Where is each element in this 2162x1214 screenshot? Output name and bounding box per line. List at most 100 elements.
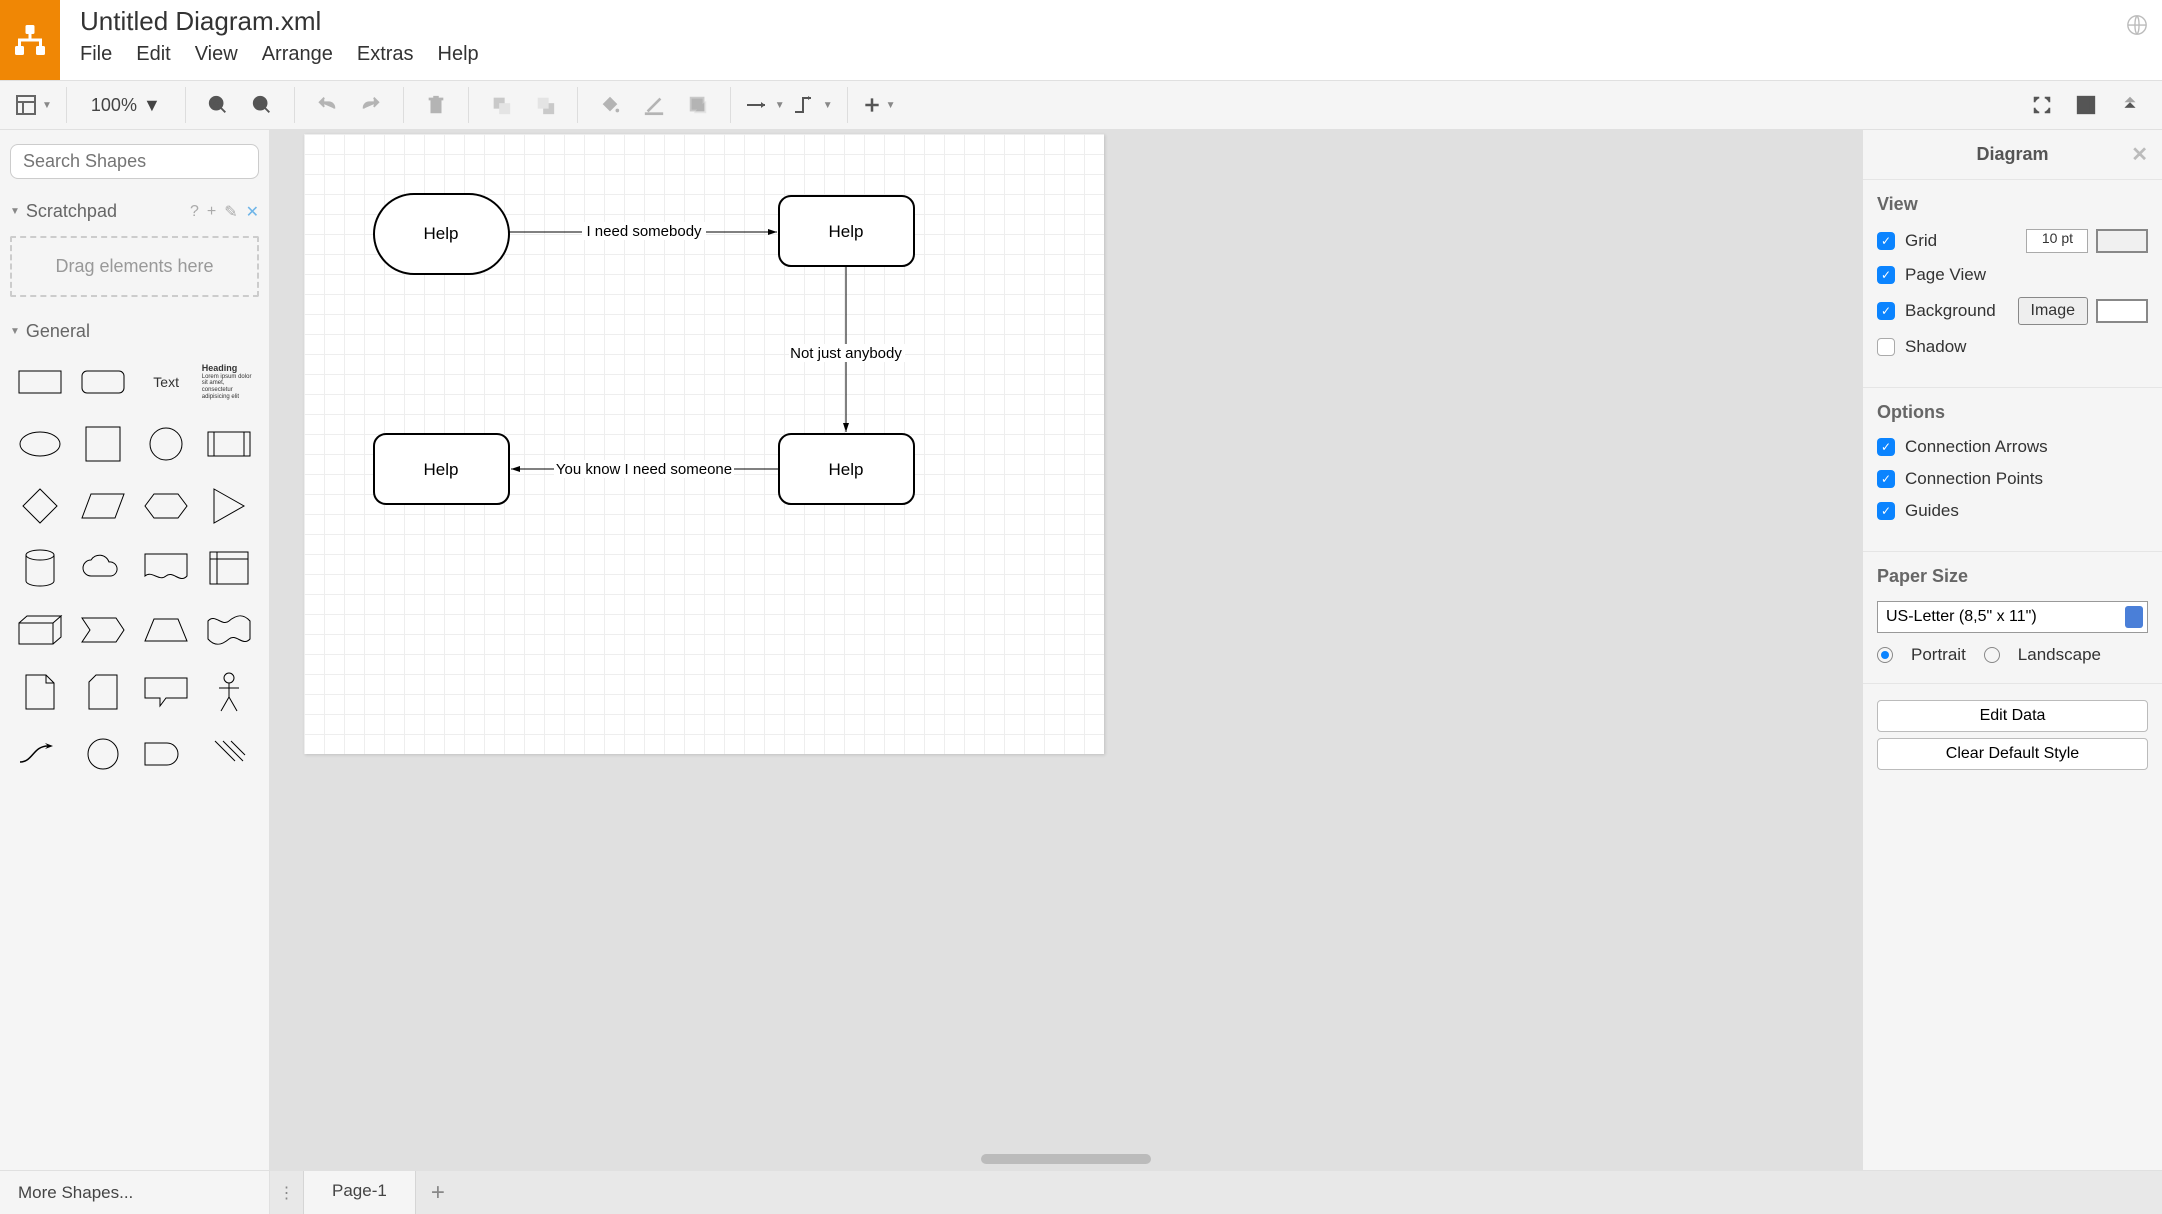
scratchpad-add-icon[interactable]: +: [207, 203, 216, 221]
diagram-node[interactable]: Help: [424, 224, 459, 243]
shape-document[interactable]: [135, 546, 198, 590]
grid-size-input[interactable]: 10 pt: [2026, 229, 2088, 253]
to-front-icon[interactable]: [483, 87, 519, 123]
menu-help[interactable]: Help: [438, 43, 479, 66]
shape-data-storage[interactable]: [198, 732, 261, 776]
delete-icon[interactable]: [418, 87, 454, 123]
scratchpad-help-icon[interactable]: ?: [190, 203, 199, 221]
shape-circle[interactable]: [135, 422, 198, 466]
menu-view[interactable]: View: [195, 43, 238, 66]
diagram-node[interactable]: Help: [829, 460, 864, 479]
shape-process[interactable]: [198, 422, 261, 466]
shape-diamond[interactable]: [8, 484, 71, 528]
shape-callout[interactable]: [135, 670, 198, 714]
shape-step[interactable]: [71, 608, 134, 652]
orientation-landscape-radio[interactable]: [1984, 647, 2000, 663]
page-tab[interactable]: Page-1: [304, 1171, 416, 1214]
guides-checkbox[interactable]: ✓: [1877, 502, 1895, 520]
diagram-page[interactable]: Help Help Help Help I need somebody Not …: [304, 134, 1104, 754]
insert-button[interactable]: ▼: [862, 95, 896, 115]
shape-card[interactable]: [71, 670, 134, 714]
shape-cloud[interactable]: [71, 546, 134, 590]
scratchpad-close-icon[interactable]: ✕: [246, 202, 259, 222]
scratchpad-edit-icon[interactable]: ✎: [224, 202, 237, 222]
add-page-icon[interactable]: +: [416, 1171, 460, 1214]
language-icon[interactable]: [2126, 14, 2148, 41]
page-view-label: Page View: [1905, 265, 1986, 285]
shape-note[interactable]: [8, 670, 71, 714]
more-shapes-button[interactable]: More Shapes...: [0, 1171, 270, 1214]
format-panel-icon[interactable]: [2068, 87, 2104, 123]
connection-style-button[interactable]: ▼: [745, 98, 785, 112]
shape-curve[interactable]: [8, 732, 71, 776]
menu-extras[interactable]: Extras: [357, 43, 414, 66]
diagram-node[interactable]: Help: [424, 460, 459, 479]
background-image-button[interactable]: Image: [2018, 297, 2088, 325]
shape-actor[interactable]: [198, 670, 261, 714]
connection-arrows-checkbox[interactable]: ✓: [1877, 438, 1895, 456]
diagram-node[interactable]: Help: [829, 222, 864, 241]
shape-textbox[interactable]: HeadingLorem ipsum dolor sit amet, conse…: [198, 360, 261, 404]
shape-trapezoid[interactable]: [135, 608, 198, 652]
redo-icon[interactable]: [353, 87, 389, 123]
shape-triangle[interactable]: [198, 484, 261, 528]
edge-label[interactable]: I need somebody: [586, 223, 702, 240]
shape-cylinder[interactable]: [8, 546, 71, 590]
shape-rounded-rectangle[interactable]: [71, 360, 134, 404]
orientation-portrait-radio[interactable]: [1877, 647, 1893, 663]
shape-text[interactable]: Text: [135, 360, 198, 404]
scratchpad-dropzone[interactable]: Drag elements here: [10, 236, 259, 297]
connection-points-label: Connection Points: [1905, 469, 2043, 489]
grid-checkbox[interactable]: ✓: [1877, 232, 1895, 250]
page-view-checkbox[interactable]: ✓: [1877, 266, 1895, 284]
zoom-level[interactable]: 100% ▼: [81, 95, 171, 116]
app-logo[interactable]: [0, 0, 60, 80]
menubar: File Edit View Arrange Extras Help: [80, 43, 2162, 66]
search-shapes-input[interactable]: [10, 144, 259, 179]
grid-color-swatch[interactable]: [2096, 229, 2148, 253]
shadow-icon[interactable]: [680, 87, 716, 123]
menu-file[interactable]: File: [80, 43, 112, 66]
edge-label[interactable]: You know I need someone: [556, 461, 732, 478]
view-mode-button[interactable]: ▼: [14, 93, 52, 117]
paper-size-heading: Paper Size: [1877, 566, 2148, 587]
document-title[interactable]: Untitled Diagram.xml: [80, 6, 2162, 37]
shape-internal-storage[interactable]: [198, 546, 261, 590]
shape-parallelogram[interactable]: [71, 484, 134, 528]
clear-default-style-button[interactable]: Clear Default Style: [1877, 738, 2148, 770]
horizontal-scrollbar[interactable]: [981, 1154, 1151, 1164]
zoom-out-icon[interactable]: [244, 87, 280, 123]
line-color-icon[interactable]: [636, 87, 672, 123]
undo-icon[interactable]: [309, 87, 345, 123]
pages-menu-icon[interactable]: ⋮: [270, 1171, 304, 1214]
waypoint-style-button[interactable]: ▼: [793, 96, 833, 114]
to-back-icon[interactable]: [527, 87, 563, 123]
shape-square[interactable]: [71, 422, 134, 466]
connection-points-checkbox[interactable]: ✓: [1877, 470, 1895, 488]
background-color-swatch[interactable]: [2096, 299, 2148, 323]
edge-label[interactable]: Not just anybody: [790, 345, 902, 362]
panel-close-icon[interactable]: ✕: [2131, 142, 2148, 167]
shape-cube[interactable]: [8, 608, 71, 652]
scratchpad-header[interactable]: ▼Scratchpad ? + ✎ ✕: [0, 193, 269, 230]
menu-edit[interactable]: Edit: [136, 43, 170, 66]
shape-hexagon[interactable]: [135, 484, 198, 528]
shadow-checkbox[interactable]: [1877, 338, 1895, 356]
background-checkbox[interactable]: ✓: [1877, 302, 1895, 320]
options-section-heading: Options: [1877, 402, 2148, 423]
zoom-in-icon[interactable]: [200, 87, 236, 123]
edit-data-button[interactable]: Edit Data: [1877, 700, 2148, 732]
shape-and[interactable]: [135, 732, 198, 776]
menu-arrange[interactable]: Arrange: [262, 43, 333, 66]
shape-ellipse[interactable]: [8, 422, 71, 466]
landscape-label: Landscape: [2018, 645, 2101, 665]
fill-color-icon[interactable]: [592, 87, 628, 123]
collapse-icon[interactable]: [2112, 87, 2148, 123]
canvas[interactable]: Help Help Help Help I need somebody Not …: [270, 130, 1862, 1170]
paper-size-select[interactable]: US-Letter (8,5" x 11"): [1877, 601, 2148, 633]
shape-tape[interactable]: [198, 608, 261, 652]
fullscreen-icon[interactable]: [2024, 87, 2060, 123]
shape-or[interactable]: [71, 732, 134, 776]
shape-rectangle[interactable]: [8, 360, 71, 404]
general-shapes-header[interactable]: ▼General: [0, 313, 269, 350]
